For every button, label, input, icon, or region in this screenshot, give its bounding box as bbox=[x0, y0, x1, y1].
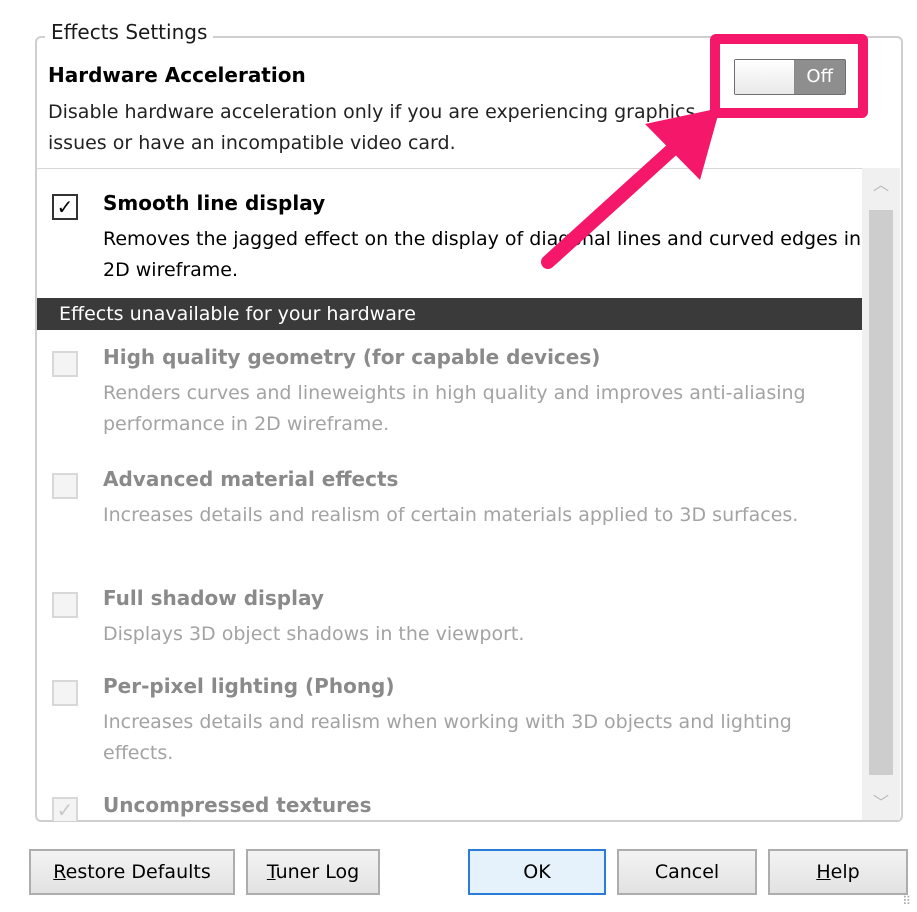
item-description: Renders curves and lineweights in high q… bbox=[103, 382, 806, 435]
uncompressed-textures-checkbox: ✓ bbox=[52, 797, 78, 821]
tuner-log-button[interactable]: Tuner Log bbox=[246, 849, 380, 895]
item-description: Displays 3D object shadows in the viewpo… bbox=[103, 623, 525, 645]
hardware-acceleration-title: Hardware Acceleration bbox=[48, 63, 306, 87]
item-title: Per-pixel lighting (Phong) bbox=[103, 674, 395, 698]
help-button[interactable]: Help bbox=[768, 849, 908, 895]
hardware-acceleration-toggle[interactable]: Off bbox=[734, 59, 846, 95]
button-label: elp bbox=[830, 861, 860, 883]
resize-grip-icon[interactable]: ⠿ bbox=[902, 894, 911, 908]
restore-defaults-button[interactable]: Restore Defaults bbox=[29, 849, 235, 895]
item-title: High quality geometry (for capable devic… bbox=[103, 345, 601, 369]
toggle-state-label: Off bbox=[806, 66, 833, 87]
item-title: Full shadow display bbox=[103, 586, 324, 610]
mnemonic: T bbox=[266, 861, 276, 883]
button-label: uner Log bbox=[275, 861, 360, 883]
smooth-line-checkbox[interactable]: ✓ bbox=[52, 194, 78, 220]
full-shadow-checkbox bbox=[52, 592, 78, 618]
toggle-knob bbox=[735, 60, 795, 94]
mnemonic: H bbox=[816, 861, 831, 883]
item-description: Increases details and realism of certain… bbox=[103, 504, 799, 526]
button-label: estore Defaults bbox=[65, 861, 211, 883]
item-description: Increases details and realism when worki… bbox=[103, 711, 792, 764]
advanced-material-checkbox bbox=[52, 473, 78, 499]
cancel-button[interactable]: Cancel bbox=[617, 849, 757, 895]
effects-settings-legend: Effects Settings bbox=[45, 20, 214, 44]
per-pixel-lighting-checkbox bbox=[52, 680, 78, 706]
list-scrollbar[interactable]: ︿ ﹀ bbox=[862, 168, 900, 820]
scroll-thumb[interactable] bbox=[869, 210, 893, 775]
item-title: Uncompressed textures bbox=[103, 793, 372, 817]
scroll-down-icon[interactable]: ﹀ bbox=[862, 786, 900, 820]
item-title: Advanced material effects bbox=[103, 467, 399, 491]
high-quality-geometry-checkbox bbox=[52, 351, 78, 377]
unavailable-section-header: Effects unavailable for your hardware bbox=[37, 298, 863, 330]
effects-list: ✓ Smooth line display Removes the jagged… bbox=[37, 168, 863, 821]
ok-button[interactable]: OK bbox=[468, 849, 606, 895]
mnemonic: R bbox=[53, 861, 66, 883]
item-description: Removes the jagged effect on the display… bbox=[103, 228, 862, 281]
scroll-up-icon[interactable]: ︿ bbox=[862, 168, 900, 202]
hardware-acceleration-description: Disable hardware acceleration only if yo… bbox=[48, 101, 696, 154]
item-title: Smooth line display bbox=[103, 191, 326, 215]
